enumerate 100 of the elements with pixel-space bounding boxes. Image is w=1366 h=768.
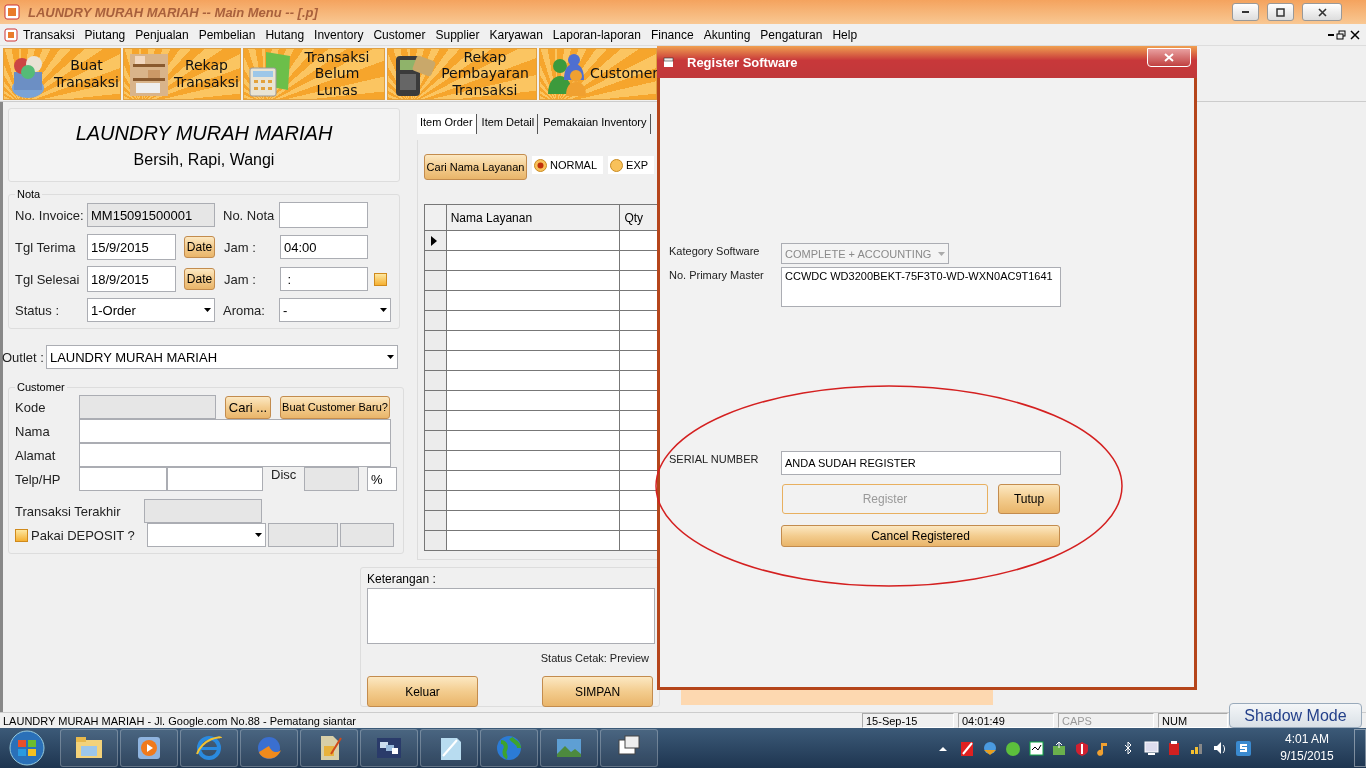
key-indicator: NUM — [1158, 713, 1228, 728]
input-field[interactable]: : — [280, 267, 368, 291]
form-title: LAUNDRY MURAH MARIAH — [75, 121, 333, 145]
minimize-icon[interactable] — [1328, 33, 1334, 36]
close-icon — [1164, 53, 1174, 62]
network-icon[interactable] — [1051, 739, 1068, 757]
taskbar-button[interactable] — [600, 729, 658, 767]
toolbar-button[interactable]: Transaksi Belum Lunas — [243, 47, 385, 100]
radio-button[interactable]: NORMAL — [532, 156, 604, 174]
monitor-icon[interactable] — [1143, 739, 1160, 757]
close-button[interactable] — [1302, 3, 1342, 21]
tab[interactable]: Item Detail — [478, 114, 539, 134]
form-subtitle: Bersih, Rapi, Wangi — [133, 150, 275, 169]
input-field[interactable] — [279, 202, 368, 228]
input-field[interactable]: MM15091500001 — [87, 203, 215, 227]
input-field[interactable]: 04:00 — [280, 235, 368, 259]
minimize-icon — [1242, 11, 1249, 13]
chart-icon[interactable] — [1028, 739, 1045, 757]
shadow-mode-button[interactable]: Shadow Mode — [1229, 703, 1362, 728]
input-field[interactable] — [79, 467, 167, 491]
notes-field[interactable] — [367, 588, 655, 644]
input-field[interactable] — [79, 395, 216, 419]
antivirus-icon[interactable] — [959, 739, 976, 757]
combo-box[interactable]: - — [279, 298, 391, 322]
serial-field[interactable]: ANDA SUDAH REGISTER — [781, 451, 1061, 475]
restore-icon[interactable] — [1334, 28, 1348, 41]
menu-item[interactable]: Pembelian — [193, 27, 261, 42]
menu-item[interactable]: Penjualan — [130, 27, 194, 42]
date-button[interactable]: Date — [184, 268, 215, 290]
maximize-button[interactable] — [1267, 3, 1294, 21]
action-button[interactable]: SIMPAN — [542, 676, 653, 707]
menu-item[interactable]: Karyawan — [484, 27, 548, 42]
input-field[interactable]: % — [367, 467, 397, 491]
show-desktop-button[interactable] — [1354, 729, 1366, 767]
taskbar-button[interactable] — [60, 729, 118, 767]
field-label: Pakai DEPOSIT ? — [31, 527, 136, 543]
field-label: Kode — [15, 399, 47, 415]
taskbar-button[interactable] — [300, 729, 358, 767]
menu-item[interactable]: Transaksi — [18, 27, 80, 42]
taskbar-button[interactable] — [240, 729, 298, 767]
input-field[interactable]: 18/9/2015 — [87, 266, 176, 292]
calculator-icon — [248, 49, 292, 98]
toolbar-button[interactable]: Rekap Pembayaran Transaksi — [387, 47, 537, 100]
menu-item[interactable]: Pengaturan — [755, 27, 828, 42]
input-field[interactable] — [167, 467, 263, 491]
input-field[interactable] — [79, 443, 391, 467]
text-area[interactable]: CCWDC WD3200BEKT-75F3T0-WD-WXN0AC9T1641 — [781, 267, 1061, 307]
tab[interactable]: Pemakaian Inventory — [540, 114, 651, 134]
menu-item[interactable]: Hutang — [260, 27, 310, 42]
close-icon[interactable] — [1348, 28, 1362, 41]
radio-icon — [534, 158, 547, 172]
download-icon[interactable] — [982, 739, 999, 757]
checkbox[interactable] — [374, 272, 387, 286]
status-date: 15-Sep-15 — [862, 713, 954, 728]
new-customer-button[interactable]: Buat Customer Baru? — [280, 395, 390, 419]
row-pointer-icon — [431, 235, 437, 246]
shield-icon[interactable] — [1074, 739, 1091, 757]
menu-item[interactable]: Customer — [368, 27, 431, 42]
field-label: Tgl Selesai — [15, 271, 81, 287]
field-label: Outlet : — [2, 349, 44, 365]
taskbar-button[interactable] — [180, 729, 238, 767]
window-title: LAUNDRY MURAH MARIAH -- Main Menu -- [.p] — [28, 4, 319, 20]
search-button[interactable]: Cari Nama Layanan — [424, 154, 527, 180]
clock[interactable]: 4:01 AM 9/15/2015 — [1268, 731, 1346, 765]
menu-item[interactable]: Piutang — [79, 27, 131, 42]
action-button[interactable]: Keluar — [367, 676, 478, 707]
radio-button[interactable]: EXP — [608, 156, 655, 174]
app-s-icon[interactable] — [1235, 739, 1252, 757]
menu-item[interactable]: Supplier — [430, 27, 485, 42]
input-field[interactable] — [144, 499, 262, 523]
input-field[interactable] — [79, 419, 391, 443]
dialog-button[interactable]: Cancel Registered — [781, 525, 1060, 547]
taskbar-button[interactable] — [360, 729, 418, 767]
dialog-button[interactable]: Tutup — [998, 484, 1060, 514]
toolbar-button[interactable]: Customer — [539, 47, 657, 100]
combo-box[interactable]: 1-Order — [87, 298, 215, 322]
date-button[interactable]: Date — [184, 236, 215, 258]
tab[interactable]: Item Order — [417, 114, 477, 134]
input-field[interactable] — [304, 467, 359, 491]
caret-icon — [255, 533, 262, 537]
taskbar-button[interactable] — [420, 729, 478, 767]
menu-item[interactable]: Inventory — [309, 27, 369, 42]
toolbar-button[interactable]: Rekap Transaksi — [123, 47, 241, 100]
minimize-button[interactable] — [1232, 3, 1259, 21]
toolbar-button[interactable]: Buat Transaksi — [3, 47, 121, 100]
status-light-icon[interactable] — [1005, 739, 1022, 757]
menu-item[interactable]: Help — [827, 27, 863, 42]
app-icon — [4, 27, 18, 42]
checkbox[interactable] — [15, 528, 28, 542]
taskbar-button[interactable] — [120, 729, 178, 767]
search-button[interactable]: Cari ... — [225, 395, 271, 419]
field-label: Disc — [271, 467, 298, 482]
input-field[interactable] — [268, 523, 338, 547]
field-label: Aroma: — [223, 302, 266, 318]
input-field[interactable]: 15/9/2015 — [87, 234, 176, 260]
menu-item[interactable]: Finance — [645, 27, 699, 42]
menu-item[interactable]: Akunting — [698, 27, 756, 42]
input-field[interactable] — [340, 523, 394, 547]
combo-box[interactable]: LAUNDRY MURAH MARIAH — [45, 345, 398, 369]
menu-item[interactable]: Laporan-laporan — [547, 27, 646, 42]
